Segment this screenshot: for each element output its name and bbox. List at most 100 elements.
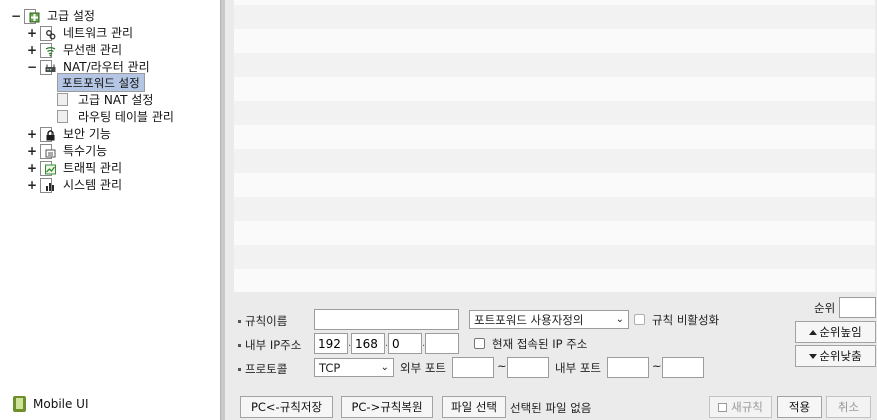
tree-item-advanced-settings[interactable]: − 고급 설정 — [11, 7, 97, 24]
list-row[interactable] — [234, 221, 875, 245]
bullet-icon — [238, 319, 241, 323]
tree-item-routing-table[interactable]: 라우팅 테이블 관리 — [57, 108, 176, 125]
list-row[interactable] — [234, 5, 875, 29]
page-icon — [57, 93, 68, 106]
list-row[interactable] — [234, 149, 875, 173]
protocol-label-row: 프로토콜 — [238, 361, 287, 377]
tree-item-label: 네트워크 관리 — [63, 26, 134, 40]
page-icon — [57, 110, 68, 123]
range-separator: ~ — [497, 359, 507, 373]
rule-list[interactable] — [234, 0, 875, 292]
priority-label: 순위 — [814, 301, 836, 315]
plus-icon — [718, 402, 728, 412]
current-ip-label: 현재 접속된 IP 주소 — [492, 337, 588, 351]
tree-item-system[interactable]: + 시스템 관리 — [27, 176, 124, 193]
tree-item-label: 트래픽 관리 — [63, 161, 123, 175]
priority-up-label: 순위높임 — [819, 325, 862, 339]
bullet-icon — [238, 343, 241, 347]
priority-up-button[interactable]: 순위높임 — [795, 321, 876, 343]
network-icon — [40, 25, 57, 41]
save-rules-to-pc-button[interactable]: PC<-규칙저장 — [240, 396, 333, 418]
rule-name-label: 규칙이름 — [245, 314, 288, 328]
internal-port-start[interactable] — [607, 357, 649, 378]
tree-item-special[interactable]: + 특수기능 — [27, 142, 109, 159]
disable-rule-checkbox[interactable] — [634, 314, 645, 325]
external-port-label: 외부 포트 — [400, 361, 446, 375]
arrow-up-icon — [809, 329, 818, 335]
range-separator: ~ — [652, 359, 662, 373]
tree-item-wireless[interactable]: + 무선랜 관리 — [27, 41, 124, 58]
list-row[interactable] — [234, 77, 875, 101]
tree-item-label: 포트포워드 설정 — [57, 73, 145, 92]
tree-item-network[interactable]: + 네트워크 관리 — [27, 24, 135, 41]
expand-icon[interactable]: + — [27, 27, 37, 39]
priority-down-button[interactable]: 순위낮춤 — [795, 345, 876, 367]
new-rule-button[interactable]: 새규칙 — [709, 396, 772, 418]
special-icon — [40, 143, 57, 159]
menu-tree-panel: − 고급 설정 + 네트워크 관리 + 무선랜 관리 − NAT/라우터 관리 — [0, 0, 220, 420]
priority-input[interactable] — [839, 297, 876, 318]
expand-icon[interactable]: + — [27, 44, 37, 56]
tree-item-traffic[interactable]: + 트래픽 관리 — [27, 159, 124, 176]
expand-icon[interactable]: + — [27, 179, 37, 191]
tree-item-label: 라우팅 테이블 관리 — [78, 110, 174, 124]
rule-name-input[interactable] — [314, 309, 459, 330]
apply-button[interactable]: 적용 — [777, 396, 822, 418]
list-row[interactable] — [234, 101, 875, 125]
priority-down-label: 순위낮춤 — [819, 349, 862, 363]
rule-type-select[interactable]: 포트포워드 사용자정의 ⌄ — [469, 310, 629, 329]
list-row[interactable] — [234, 245, 875, 269]
list-row[interactable] — [234, 29, 875, 53]
tree-item-advanced-nat[interactable]: 고급 NAT 설정 — [57, 91, 155, 108]
system-icon — [40, 177, 57, 193]
disable-rule-label: 규칙 비활성화 — [652, 313, 720, 327]
external-port-end[interactable] — [507, 357, 549, 378]
ip-octet-2[interactable] — [351, 333, 385, 354]
tree-item-label: 특수기능 — [63, 144, 108, 158]
expand-icon[interactable]: + — [27, 145, 37, 157]
protocol-select[interactable]: TCP ⌄ — [314, 358, 394, 377]
internal-port-end[interactable] — [662, 357, 704, 378]
chevron-down-icon: ⌄ — [380, 362, 389, 373]
arrow-down-icon — [809, 353, 818, 359]
choose-file-button[interactable]: 파일 선택 — [442, 396, 506, 418]
bullet-icon — [238, 367, 241, 371]
tree-item-label: 시스템 관리 — [63, 178, 123, 192]
list-row[interactable] — [234, 173, 875, 197]
ip-octet-1[interactable] — [314, 333, 348, 354]
list-row[interactable] — [234, 269, 875, 292]
internal-ip-label: 내부 IP주소 — [245, 338, 302, 352]
tree-item-security[interactable]: + 보안 기능 — [27, 125, 113, 142]
external-port-start[interactable] — [452, 357, 494, 378]
current-ip-checkbox[interactable] — [474, 338, 485, 349]
port-forward-panel: 규칙이름 포트포워드 사용자정의 ⌄ 규칙 비활성화 내부 IP주소 . . .… — [225, 0, 877, 420]
expand-icon[interactable]: + — [27, 128, 37, 140]
collapse-icon[interactable]: − — [11, 10, 21, 22]
list-row[interactable] — [234, 53, 875, 77]
collapse-icon[interactable]: − — [27, 61, 37, 73]
wireless-icon — [40, 42, 57, 58]
mobile-ui-label: Mobile UI — [33, 397, 89, 411]
router-icon — [40, 59, 57, 75]
protocol-value: TCP — [319, 360, 341, 375]
list-row[interactable] — [234, 197, 875, 221]
rule-type-value: 포트포워드 사용자정의 — [474, 312, 584, 327]
protocol-label: 프로토콜 — [245, 362, 288, 376]
cancel-button[interactable]: 취소 — [826, 396, 871, 418]
mobile-icon — [13, 396, 26, 412]
no-file-label: 선택된 파일 없음 — [510, 401, 592, 415]
tree-item-label: 고급 설정 — [47, 9, 95, 23]
tree-item-label: 보안 기능 — [63, 127, 111, 141]
ip-octet-3[interactable] — [388, 333, 422, 354]
ip-octet-4[interactable] — [425, 333, 459, 354]
list-row[interactable] — [234, 125, 875, 149]
tree-item-label: 고급 NAT 설정 — [78, 93, 154, 107]
mobile-ui-link[interactable]: Mobile UI — [13, 396, 89, 412]
new-rule-label: 새규칙 — [731, 400, 763, 414]
expand-icon[interactable]: + — [27, 162, 37, 174]
chevron-down-icon: ⌄ — [615, 314, 624, 325]
restore-rules-from-pc-button[interactable]: PC->규칙복원 — [341, 396, 433, 418]
internal-ip-label-row: 내부 IP주소 — [238, 337, 301, 353]
tree-item-port-forward[interactable]: 포트포워드 설정 — [57, 73, 145, 92]
internal-port-label: 내부 포트 — [555, 361, 601, 375]
